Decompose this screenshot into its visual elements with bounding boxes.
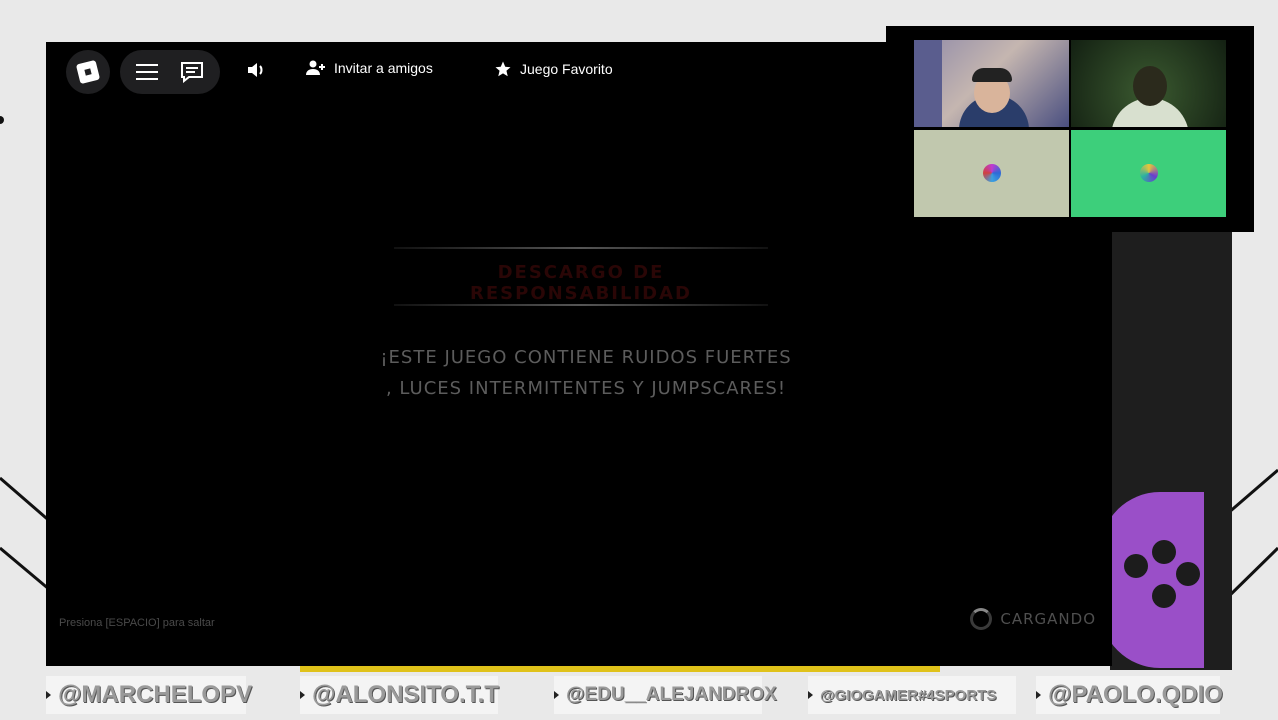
menu-pill [120,50,220,94]
warning-line-2: , LUCES INTERMITENTES Y JUMPSCARES! [385,378,787,399]
volume-icon[interactable] [246,61,266,79]
favorite-game-label: Juego Favorito [520,61,613,77]
divider-top [394,247,768,249]
favorite-game-button[interactable]: Juego Favorito [494,60,613,78]
handle-tag: @MARCHELOPV [46,676,252,714]
divider-bottom [394,304,768,306]
loading-indicator: CARGANDO [970,608,1096,630]
disclaimer-title: DESCARGO DE RESPONSABILIDAD [470,262,692,304]
avatar-icon [983,164,1001,182]
invite-friends-label: Invitar a amigos [334,60,433,76]
skip-hint: Presiona [ESPACIO] para saltar [59,617,215,629]
participant-avatar-3[interactable] [914,130,1069,217]
handle-tag: @EDU__ALEJANDROX [554,676,777,714]
participant-camera-2[interactable] [1071,40,1226,127]
roblox-logo-icon [75,59,101,85]
loading-label: CARGANDO [1000,610,1096,628]
video-call-panel [886,26,1254,232]
avatar-icon [1140,164,1158,182]
handle-tag: @GIOGAMER#4SPORTS [808,676,1016,714]
warning-line-1: ¡ESTE JUEGO CONTIENE RUIDOS FUERTES [380,347,792,368]
spinner-icon [970,608,993,630]
controller-graphic [1100,492,1204,668]
social-handles-bar: @MARCHELOPV @ALONSITO.T.T @EDU__ALEJANDR… [46,672,1236,720]
handle-tag: @ALONSITO.T.T [300,676,499,714]
handle-tag: @PAOLO.QDIO [1036,676,1223,714]
hamburger-icon[interactable] [136,64,158,80]
participant-camera-1[interactable] [914,40,1069,127]
invite-friends-button[interactable]: Invitar a amigos [306,60,433,76]
star-icon [495,61,511,77]
roblox-menu-button[interactable] [66,50,110,94]
chat-icon[interactable] [180,61,204,83]
add-friend-icon [306,60,325,75]
warning-text: ¡ESTE JUEGO CONTIENE RUIDOS FUERTES , LU… [336,342,836,404]
participant-avatar-4[interactable] [1071,130,1226,217]
